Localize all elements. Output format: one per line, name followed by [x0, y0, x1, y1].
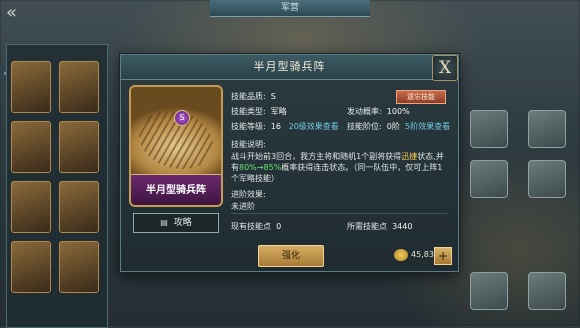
add-gold-button[interactable]: +: [434, 247, 452, 265]
strategy-guide-button[interactable]: ▤ 攻略: [133, 213, 219, 233]
grade-gem-icon: S: [174, 110, 190, 126]
skill-stage-label: 技能阶位:: [347, 122, 382, 131]
top-bar-title: 军营: [210, 0, 370, 17]
trigger-rate-row: 发动概率: 100%: [347, 106, 410, 117]
troop-slot[interactable]: [470, 160, 508, 198]
advance-effect-value: 未进阶: [231, 202, 255, 211]
troop-slot[interactable]: [470, 272, 508, 310]
troop-slot[interactable]: [528, 110, 566, 148]
desc-keyword: 迅捷: [401, 152, 418, 161]
general-portrait[interactable]: [11, 121, 51, 173]
troop-slot[interactable]: [528, 272, 566, 310]
back-arrow-icon[interactable]: «: [6, 2, 17, 23]
close-button[interactable]: X: [432, 55, 458, 81]
general-portrait[interactable]: [59, 181, 99, 233]
skill-type-value: 军略: [270, 107, 287, 116]
general-portrait[interactable]: [11, 241, 51, 293]
trigger-rate-value: 100%: [386, 107, 410, 116]
trigger-rate-label: 发动概率:: [347, 107, 382, 116]
skill-stage-row: 技能阶位: 0阶 5阶效果查看: [347, 121, 450, 132]
skill-card-name: 半月型骑兵阵: [131, 174, 221, 205]
owned-points-label: 现有技能点: [231, 222, 271, 231]
skill-desc-label: 技能说明:: [231, 140, 266, 149]
general-list-panel: [6, 44, 108, 328]
troop-slot[interactable]: [528, 160, 566, 198]
owned-points-value: 0: [276, 222, 282, 231]
strategy-guide-label: 攻略: [173, 218, 192, 228]
stage-effect-link[interactable]: 5阶效果查看: [405, 122, 450, 131]
general-portrait[interactable]: [11, 61, 51, 113]
advance-effect-label: 进阶效果:: [231, 190, 266, 199]
required-points-row: 所需技能点 3440: [347, 221, 412, 232]
upgrade-button[interactable]: 强化: [258, 245, 324, 267]
required-points-value: 3440: [392, 222, 413, 231]
skill-grade-value: S: [270, 92, 276, 101]
desc-text-1: 战斗开始前3回合，我方主将和随机1个副将获得: [231, 152, 402, 161]
desc-percentage: 80%→85%: [239, 163, 282, 172]
general-portrait[interactable]: [59, 121, 99, 173]
troop-slot[interactable]: [470, 110, 508, 148]
level-effect-link[interactable]: 20级效果查看: [289, 122, 339, 131]
general-portrait[interactable]: [59, 61, 99, 113]
skill-detail-dialog: 半月型骑兵阵 S 半月型骑兵阵 ▤ 攻略 技能品质: S 遗忘技能 技能类型: 军…: [120, 54, 459, 272]
required-points-label: 所需技能点: [347, 222, 387, 231]
general-portrait[interactable]: [11, 181, 51, 233]
skill-level-label: 技能等级:: [231, 122, 266, 131]
divider: [231, 213, 447, 214]
gold-coin-icon: [394, 249, 408, 261]
skill-grade-row: 技能品质: S: [231, 91, 276, 102]
forget-skill-tag[interactable]: 遗忘技能: [396, 90, 446, 104]
skill-level-row: 技能等级: 16 20级效果查看: [231, 121, 339, 132]
dialog-title: 半月型骑兵阵: [121, 55, 458, 80]
skill-description: 战斗开始前3回合，我方主将和随机1个副将获得迅捷状态,并有80%→85%概率获得…: [231, 151, 449, 184]
skill-stage-value: 0阶: [386, 122, 400, 131]
skill-type-label: 技能类型:: [231, 107, 266, 116]
skill-card: S 半月型骑兵阵: [129, 85, 223, 207]
skill-grade-label: 技能品质:: [231, 92, 266, 101]
skill-type-row: 技能类型: 军略: [231, 106, 287, 117]
general-portrait[interactable]: [59, 241, 99, 293]
skill-level-value: 16: [270, 122, 281, 131]
book-icon: ▤: [160, 218, 168, 227]
owned-points-row: 现有技能点 0: [231, 221, 281, 232]
